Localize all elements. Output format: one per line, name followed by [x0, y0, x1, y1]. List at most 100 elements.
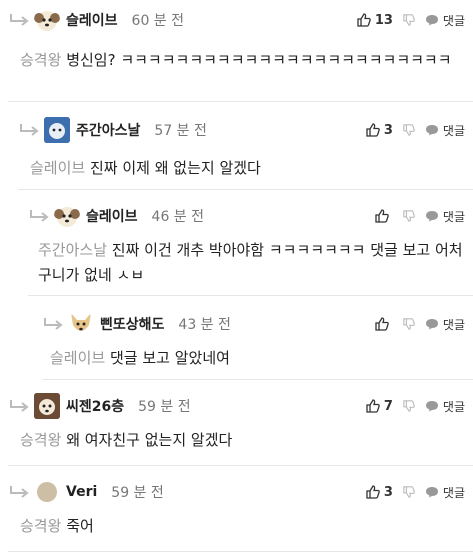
comment-item: 삔또상해도 43 분 전 댓글 슬레이브 댓글 보고 알았네여 [42, 304, 473, 380]
dislike-button[interactable] [403, 486, 415, 498]
speech-bubble-icon [425, 15, 438, 26]
comment-author[interactable]: 씨젠26층 [66, 396, 124, 416]
comment-time: 60 분 전 [131, 13, 185, 29]
reply-button[interactable]: 댓글 [425, 316, 465, 333]
comment-item: 주간아스날 57 분 전 3 댓글 슬레이브 진짜 이제 왜 없는지 알겠다 [18, 110, 473, 190]
avatar[interactable] [44, 117, 70, 143]
comment-time: 46 분 전 [151, 209, 205, 225]
comment-text: 죽어 [66, 517, 94, 535]
mention[interactable]: 승격왕 [20, 431, 61, 449]
comment-body: 승격왕 죽어 [20, 514, 463, 539]
reply-arrow-icon [18, 123, 40, 137]
dislike-button[interactable] [403, 124, 415, 136]
comment-header: 삔또상해도 43 분 전 댓글 [42, 311, 473, 337]
reply-button[interactable]: 댓글 [425, 208, 465, 225]
avatar[interactable] [68, 311, 94, 337]
like-button[interactable] [375, 317, 393, 331]
like-count: 13 [374, 12, 393, 28]
comment-body: 주간아스날 진짜 이건 개추 박아야함 ㅋㅋㅋㅋㅋㅋㅋ 댓글 보고 어처구니가 … [38, 238, 463, 288]
thumbs-up-icon [366, 399, 380, 413]
comment-header: 슬레이브 60 분 전 13 댓글 [8, 7, 473, 33]
comment-thread: 슬레이브 60 분 전 13 댓글 승격왕 병신임? ㅋㅋㅋㅋㅋㅋㅋㅋㅋㅋㅋㅋㅋ… [0, 0, 473, 555]
reply-button[interactable]: 댓글 [425, 122, 465, 139]
mention[interactable]: 슬레이브 [30, 159, 85, 177]
comment-actions: 3 댓글 [366, 480, 465, 504]
reply-button[interactable]: 댓글 [425, 12, 465, 29]
reply-label: 댓글 [442, 13, 465, 28]
thumbs-down-icon [403, 486, 415, 498]
thumbs-up-icon [357, 13, 371, 27]
avatar[interactable] [34, 393, 60, 419]
like-button[interactable]: 3 [366, 123, 393, 138]
thumbs-down-icon [403, 400, 415, 412]
comment-author[interactable]: Veri [66, 484, 97, 500]
comment-text: 진짜 이제 왜 없는지 알겠다 [89, 159, 261, 177]
reply-label: 댓글 [442, 123, 465, 138]
comment-time: 57 분 전 [154, 123, 207, 139]
dislike-button[interactable] [403, 318, 415, 330]
reply-arrow-icon [42, 317, 64, 331]
comment-actions: 댓글 [375, 312, 465, 336]
comment-time: 59 분 전 [138, 399, 191, 415]
comment-author[interactable]: 슬레이브 [86, 206, 138, 226]
comment-author[interactable]: 삔또상해도 [100, 314, 164, 334]
like-count: 7 [383, 398, 393, 414]
reply-label: 댓글 [442, 399, 465, 414]
comment-time: 59 분 전 [111, 485, 164, 501]
mention[interactable]: 주간아스날 [38, 241, 107, 259]
speech-bubble-icon [425, 487, 438, 498]
like-button[interactable] [375, 209, 393, 223]
speech-bubble-icon [425, 319, 438, 330]
like-count: 3 [383, 484, 393, 500]
like-button[interactable]: 13 [357, 13, 393, 28]
comment-text: 댓글 보고 알았네여 [109, 349, 230, 367]
comment-actions: 댓글 [375, 204, 465, 228]
speech-bubble-icon [425, 211, 438, 222]
dislike-button[interactable] [403, 210, 415, 222]
comment-body: 승격왕 왜 여자친구 없는지 알겠다 [20, 428, 463, 453]
comment-actions: 3 댓글 [366, 118, 465, 142]
speech-bubble-icon [425, 401, 438, 412]
like-button[interactable]: 3 [366, 485, 393, 500]
thumbs-down-icon [403, 124, 415, 136]
comment-header: 주간아스날 57 분 전 3 댓글 [18, 117, 473, 143]
thumbs-up-icon [375, 209, 389, 223]
avatar[interactable] [37, 482, 57, 502]
comment-body: 슬레이브 댓글 보고 알았네여 [50, 346, 463, 371]
reply-label: 댓글 [442, 317, 465, 332]
reply-label: 댓글 [442, 209, 465, 224]
comment-author[interactable]: 주간아스날 [76, 120, 140, 140]
reply-button[interactable]: 댓글 [425, 484, 465, 501]
mention[interactable]: 슬레이브 [50, 349, 105, 367]
reply-arrow-icon [8, 13, 30, 27]
comment-author[interactable]: 슬레이브 [66, 10, 118, 30]
dislike-button[interactable] [403, 14, 415, 26]
comment-item: 씨젠26층 59 분 전 7 댓글 승격왕 왜 여자친구 없는지 알겠다 [8, 386, 473, 466]
thumbs-up-icon [366, 123, 380, 137]
thumbs-up-icon [375, 317, 389, 331]
mention[interactable]: 승격왕 [20, 51, 61, 69]
comment-header: 슬레이브 46 분 전 댓글 [28, 203, 473, 229]
reply-arrow-icon [8, 485, 30, 499]
thumbs-up-icon [366, 485, 380, 499]
thumbs-down-icon [403, 318, 415, 330]
comment-item: Veri 59 분 전 3 댓글 승격왕 죽어 [8, 472, 473, 552]
reply-button[interactable]: 댓글 [425, 398, 465, 415]
reply-arrow-icon [28, 209, 50, 223]
comment-actions: 13 댓글 [357, 8, 465, 32]
like-button[interactable]: 7 [366, 399, 393, 414]
thumbs-down-icon [403, 210, 415, 222]
comment-item: 슬레이브 46 분 전 댓글 주간아스날 진짜 이건 개추 박아야함 ㅋㅋㅋㅋㅋ… [28, 196, 473, 296]
like-count: 3 [383, 122, 393, 138]
comment-body: 승격왕 병신임? ㅋㅋㅋㅋㅋㅋㅋㅋㅋㅋㅋㅋㅋㅋㅋㅋㅋㅋㅋㅋㅋㅋㅋㅋ [20, 48, 463, 73]
mention[interactable]: 승격왕 [20, 517, 61, 535]
dislike-button[interactable] [403, 400, 415, 412]
comment-header: Veri 59 분 전 3 댓글 [8, 480, 473, 504]
avatar[interactable] [54, 203, 80, 229]
comment-time: 43 분 전 [178, 317, 231, 333]
avatar[interactable] [34, 7, 60, 33]
comment-item: 슬레이브 60 분 전 13 댓글 승격왕 병신임? ㅋㅋㅋㅋㅋㅋㅋㅋㅋㅋㅋㅋㅋ… [8, 0, 473, 102]
comment-text: 병신임? ㅋㅋㅋㅋㅋㅋㅋㅋㅋㅋㅋㅋㅋㅋㅋㅋㅋㅋㅋㅋㅋㅋㅋㅋ [66, 51, 452, 69]
comment-header: 씨젠26층 59 분 전 7 댓글 [8, 393, 473, 419]
comment-text: 왜 여자친구 없는지 알겠다 [66, 431, 233, 449]
